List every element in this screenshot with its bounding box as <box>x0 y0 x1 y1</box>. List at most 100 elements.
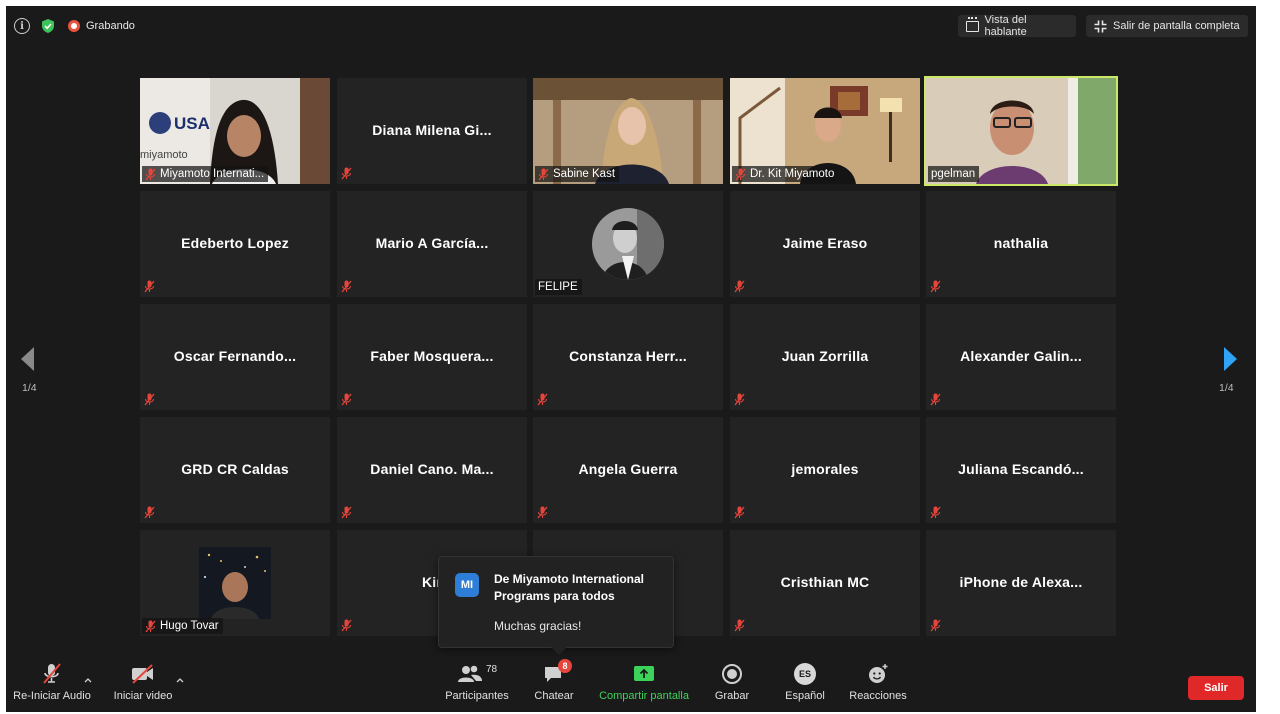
chat-button[interactable]: 8 Chatear <box>530 658 578 712</box>
language-interpretation-button[interactable]: ES Español <box>782 658 828 712</box>
mic-muted-icon <box>930 506 941 519</box>
mic-muted-icon <box>735 168 746 181</box>
participant-name: Edeberto Lopez <box>181 235 289 251</box>
participant-tile[interactable]: jemorales <box>730 417 920 523</box>
mic-muted-icon <box>145 168 156 181</box>
share-screen-button[interactable]: Compartir pantalla <box>596 658 692 712</box>
chat-sender-line: De Miyamoto International Programs para … <box>494 572 645 603</box>
video-off-icon <box>132 664 153 684</box>
mic-muted-icon <box>145 620 156 633</box>
participant-name: Mario A García... <box>375 235 489 251</box>
mic-muted-icon <box>341 280 352 293</box>
speaker-view-button[interactable]: Vista del hablante <box>958 14 1076 38</box>
participant-name-label: Hugo Tovar <box>142 618 223 634</box>
recording-indicator[interactable]: Grabando <box>68 20 135 32</box>
participant-tile[interactable]: pgelman <box>924 76 1118 186</box>
previous-page-arrow-icon[interactable] <box>18 346 38 372</box>
share-screen-icon <box>634 666 654 681</box>
participants-button[interactable]: 78 Participantes <box>444 658 510 712</box>
shield-check-icon[interactable] <box>40 18 56 34</box>
zoom-meeting-window: i Grabando Vista del hablante Salir de p… <box>6 6 1256 712</box>
participant-name: FELIPE <box>538 281 578 293</box>
participant-tile[interactable]: nathalia <box>926 191 1116 297</box>
page-indicator-left: 1/4 <box>22 382 37 394</box>
mic-muted-icon <box>930 619 941 632</box>
audio-options-chevron-icon[interactable] <box>84 676 92 684</box>
mic-muted-icon <box>537 393 548 406</box>
participant-tile[interactable]: iPhone de Alexa... <box>926 530 1116 636</box>
mic-muted-icon <box>734 393 745 406</box>
participant-tile[interactable]: GRD CR Caldas <box>140 417 330 523</box>
record-label: Grabar <box>714 690 750 702</box>
mic-muted-icon <box>734 280 745 293</box>
participant-name-label: Sabine Kast <box>535 166 620 182</box>
participant-tile[interactable]: Daniel Cano. Ma... <box>337 417 527 523</box>
audio-label: Re-Iniciar Audio <box>13 690 91 702</box>
participant-name: Daniel Cano. Ma... <box>370 461 494 477</box>
participant-tile[interactable]: Mario A García... <box>337 191 527 297</box>
participant-name-label: pgelman <box>928 166 980 182</box>
participant-name: Faber Mosquera... <box>370 348 494 364</box>
participant-name-label: Dr. Kit Miyamoto <box>732 166 839 182</box>
mic-muted-icon <box>341 506 352 519</box>
mic-muted-icon <box>734 506 745 519</box>
participant-tile[interactable]: Sabine Kast <box>533 78 723 184</box>
mic-muted-icon <box>341 393 352 406</box>
mic-muted-icon <box>144 393 155 406</box>
participant-tile[interactable]: Dr. Kit Miyamoto <box>730 78 920 184</box>
participant-tile[interactable]: Diana Milena Gi... <box>337 78 527 184</box>
mic-muted-icon <box>144 506 155 519</box>
participant-name: jemorales <box>791 461 859 477</box>
smiley-plus-icon <box>869 664 888 683</box>
info-icon[interactable]: i <box>14 18 30 34</box>
mic-muted-icon <box>341 167 352 180</box>
record-icon <box>68 20 80 32</box>
participant-tile[interactable]: Oscar Fernando... <box>140 304 330 410</box>
page-indicator-right: 1/4 <box>1219 382 1234 394</box>
mic-muted-icon <box>538 168 549 181</box>
participant-name: Juan Zorrilla <box>781 348 869 364</box>
participant-name: Constanza Herr... <box>569 348 687 364</box>
participant-tile[interactable]: Hugo Tovar <box>140 530 330 636</box>
participant-tile[interactable]: Juliana Escandó... <box>926 417 1116 523</box>
video-options-chevron-icon[interactable] <box>176 676 184 684</box>
record-button[interactable]: Grabar <box>710 658 754 712</box>
participant-name: Cristhian MC <box>780 574 870 590</box>
mic-muted-icon <box>930 280 941 293</box>
participant-tile[interactable]: Alexander Galin... <box>926 304 1116 410</box>
chat-notification-popup[interactable]: MI De Miyamoto International Programs pa… <box>438 556 674 655</box>
exit-fullscreen-icon <box>1094 20 1107 32</box>
participant-tile[interactable]: Faber Mosquera... <box>337 304 527 410</box>
speaker-view-icon <box>966 16 979 32</box>
exit-fullscreen-button[interactable]: Salir de pantalla completa <box>1086 15 1248 37</box>
participant-tile[interactable]: Jaime Eraso <box>730 191 920 297</box>
participant-name-label: FELIPE <box>535 279 582 295</box>
participant-tile[interactable]: USA miyamoto Miyamoto Internati... <box>140 78 330 184</box>
mic-muted-icon <box>537 506 548 519</box>
chat-message-text: Muchas gracias! <box>494 619 582 633</box>
participant-name: Oscar Fernando... <box>173 348 297 364</box>
participant-name: pgelman <box>931 168 976 180</box>
participant-tile[interactable]: Cristhian MC <box>730 530 920 636</box>
next-page-arrow-icon[interactable] <box>1220 346 1240 372</box>
participant-tile[interactable]: FELIPE <box>533 191 723 297</box>
participant-name: GRD CR Caldas <box>181 461 289 477</box>
participants-icon <box>458 665 482 682</box>
participant-tile[interactable]: Edeberto Lopez <box>140 191 330 297</box>
participant-name: Sabine Kast <box>553 168 616 180</box>
participant-tile[interactable]: Juan Zorrilla <box>730 304 920 410</box>
participant-tile[interactable]: Constanza Herr... <box>533 304 723 410</box>
participants-label: Participantes <box>445 690 509 702</box>
participant-name: Dr. Kit Miyamoto <box>750 168 835 180</box>
participant-tile[interactable]: Angela Guerra <box>533 417 723 523</box>
video-button[interactable]: Iniciar video <box>110 658 184 712</box>
participant-name: Jaime Eraso <box>782 235 868 251</box>
audio-button[interactable]: Re-Iniciar Audio <box>10 658 94 712</box>
leave-meeting-button[interactable]: Salir <box>1188 676 1244 700</box>
chat-label: Chatear <box>534 690 574 702</box>
participant-name: Angela Guerra <box>578 461 678 477</box>
meeting-status-bar: i Grabando <box>14 16 135 36</box>
participant-name: Juliana Escandó... <box>958 461 1084 477</box>
reactions-button[interactable]: Reacciones <box>848 658 908 712</box>
participant-name-label: Miyamoto Internati... <box>142 166 269 182</box>
